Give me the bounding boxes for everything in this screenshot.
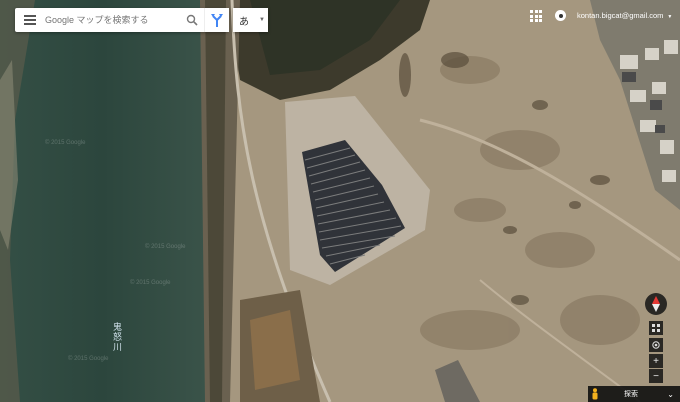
directions-button[interactable] [204, 8, 229, 32]
search-button[interactable] [180, 8, 204, 32]
street-view-pegman[interactable] [588, 388, 602, 400]
map-watermark: © 2015 Google [145, 244, 186, 250]
explore-button[interactable]: 探索 [624, 389, 638, 399]
satellite-map[interactable]: © 2015 Google © 2015 Google © 2015 Googl… [0, 0, 680, 402]
hamburger-icon [24, 19, 36, 21]
zoom-out-button[interactable]: − [649, 369, 663, 383]
river-label[interactable]: 鬼怒川 [113, 322, 122, 352]
satellite-imagery [0, 0, 680, 402]
my-location-button[interactable] [649, 338, 663, 352]
map-watermark: © 2015 Google [68, 356, 109, 362]
compass-icon [652, 296, 660, 312]
account-email: kontan.bigcat@gmail.com [577, 11, 664, 20]
compass-button[interactable] [645, 293, 667, 315]
account-menu[interactable]: kontan.bigcat@gmail.com ▼ [577, 11, 672, 20]
map-watermark: © 2015 Google [130, 280, 171, 286]
expand-icon[interactable]: ⌄ [667, 390, 674, 399]
directions-icon [211, 14, 223, 27]
pegman-icon [592, 388, 598, 400]
explore-bar: 探索 ⌄ [588, 386, 680, 402]
tilt-button[interactable] [649, 321, 663, 335]
search-icon [186, 14, 198, 26]
zoom-in-button[interactable]: + [649, 354, 663, 368]
input-method-selector[interactable]: あ ▼ [233, 8, 268, 32]
chevron-down-icon: ▼ [259, 17, 265, 23]
search-box [15, 8, 228, 32]
notifications-icon[interactable] [555, 10, 566, 21]
input-method-label: あ [239, 16, 249, 28]
menu-button[interactable] [15, 8, 45, 32]
chevron-down-icon: ▼ [667, 14, 673, 20]
search-input[interactable] [45, 15, 180, 25]
grid-icon [652, 324, 660, 332]
location-icon [652, 341, 660, 349]
map-watermark: © 2015 Google [45, 140, 86, 146]
apps-grid-icon[interactable] [530, 10, 542, 22]
